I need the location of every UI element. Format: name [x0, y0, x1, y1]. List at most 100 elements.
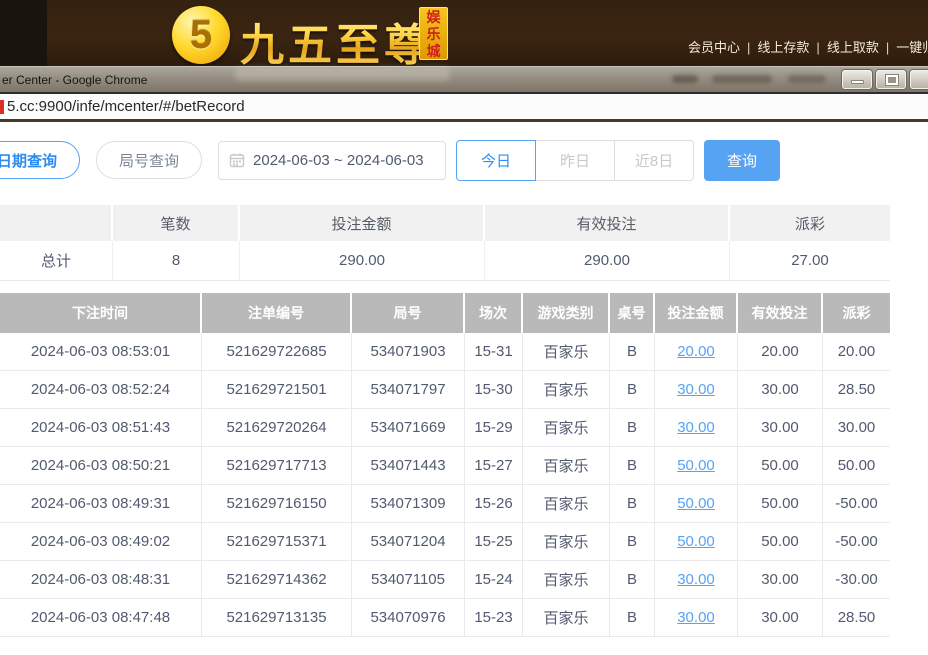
session-cell: 15-23: [465, 599, 523, 636]
bet-table-header-row: 下注时间 注单编号 局号 场次 游戏类别 桌号 投注金额 有效投注 派彩: [0, 293, 890, 333]
order-number-cell: 521629714362: [202, 561, 352, 598]
game-type-cell: 百家乐: [523, 447, 610, 484]
close-button[interactable]: [910, 70, 928, 89]
nav-online-deposit[interactable]: 线上存款: [757, 40, 809, 55]
bet-amount-link[interactable]: 30.00: [677, 381, 715, 398]
table-row: 2024-06-03 08:49:02 521629715371 5340712…: [0, 523, 890, 561]
table-number-cell: B: [610, 371, 655, 408]
today-button[interactable]: 今日: [456, 140, 536, 181]
payout-cell: 20.00: [823, 333, 890, 370]
bet-amount-link[interactable]: 30.00: [677, 609, 715, 626]
game-type-cell: 百家乐: [523, 371, 610, 408]
table-number-cell: B: [610, 523, 655, 560]
date-range-value: 2024-06-03 ~ 2024-06-03: [253, 152, 424, 169]
url-text: 5.cc:9900/infe/mcenter/#/betRecord: [7, 98, 245, 115]
bet-time-cell: 2024-06-03 08:49:02: [0, 523, 202, 560]
app-window: 5 九五至尊 娱乐城 会员中心|线上存款|线上取款|一键归户 er Center…: [0, 0, 928, 655]
bet-amount-link[interactable]: 50.00: [677, 533, 715, 550]
header-bet-time: 下注时间: [0, 293, 202, 333]
bet-amount-link[interactable]: 30.00: [677, 571, 715, 588]
brand-logo-icon: 5: [172, 6, 230, 64]
session-cell: 15-24: [465, 561, 523, 598]
round-number-cell: 534071309: [352, 485, 465, 522]
valid-bet-cell: 30.00: [738, 371, 823, 408]
valid-bet-cell: 50.00: [738, 523, 823, 560]
table-row: 2024-06-03 08:48:31 521629714362 5340711…: [0, 561, 890, 599]
window-titlebar[interactable]: er Center - Google Chrome: [0, 66, 928, 92]
tab-round-query[interactable]: 局号查询: [96, 141, 202, 179]
calendar-icon: [229, 152, 245, 168]
header-valid-bet: 有效投注: [738, 293, 823, 333]
quick-range-group: 今日 昨日 近8日: [456, 140, 694, 181]
table-number-cell: B: [610, 409, 655, 446]
game-type-cell: 百家乐: [523, 599, 610, 636]
round-number-cell: 534070976: [352, 599, 465, 636]
bet-time-cell: 2024-06-03 08:51:43: [0, 409, 202, 446]
nav-separator: |: [879, 40, 896, 55]
maximize-icon: [886, 75, 898, 85]
banner-nav: 会员中心|线上存款|线上取款|一键归户: [688, 37, 928, 56]
table-row: 2024-06-03 08:47:48 521629713135 5340709…: [0, 599, 890, 637]
bet-record-page: 日期查询 局号查询 2024-06-03 ~ 2024-06-03 今日 昨日 …: [0, 122, 928, 655]
payout-cell: 28.50: [823, 371, 890, 408]
table-number-cell: B: [610, 333, 655, 370]
table-number-cell: B: [610, 561, 655, 598]
bet-amount-link[interactable]: 30.00: [677, 419, 715, 436]
nav-one-key-transfer[interactable]: 一键归户: [896, 40, 928, 55]
valid-bet-cell: 30.00: [738, 561, 823, 598]
bet-time-cell: 2024-06-03 08:48:31: [0, 561, 202, 598]
filter-bar: 日期查询 局号查询 2024-06-03 ~ 2024-06-03 今日 昨日 …: [0, 139, 928, 181]
bet-time-cell: 2024-06-03 08:50:21: [0, 447, 202, 484]
payout-cell: -50.00: [823, 523, 890, 560]
address-bar[interactable]: 5.cc:9900/infe/mcenter/#/betRecord: [0, 92, 928, 122]
nav-online-withdraw[interactable]: 线上取款: [827, 40, 879, 55]
bet-amount-link[interactable]: 50.00: [677, 495, 715, 512]
bet-table-body: 2024-06-03 08:53:01 521629722685 5340719…: [0, 333, 890, 637]
banner-dark-edge: [0, 0, 47, 66]
order-number-cell: 521629720264: [202, 409, 352, 446]
order-number-cell: 521629717713: [202, 447, 352, 484]
bet-time-cell: 2024-06-03 08:47:48: [0, 599, 202, 636]
session-cell: 15-27: [465, 447, 523, 484]
bet-time-cell: 2024-06-03 08:53:01: [0, 333, 202, 370]
payout-cell: -30.00: [823, 561, 890, 598]
payout-cell: -50.00: [823, 485, 890, 522]
round-number-cell: 534071105: [352, 561, 465, 598]
table-number-cell: B: [610, 447, 655, 484]
minimize-button[interactable]: [842, 70, 872, 89]
search-button[interactable]: 查询: [704, 140, 780, 181]
session-cell: 15-29: [465, 409, 523, 446]
minimize-icon: [851, 80, 864, 84]
glass-artifact: [712, 75, 772, 83]
nav-member-center[interactable]: 会员中心: [688, 40, 740, 55]
summary-total-count: 8: [113, 241, 240, 280]
date-range-input[interactable]: 2024-06-03 ~ 2024-06-03: [218, 141, 446, 180]
valid-bet-cell: 50.00: [738, 485, 823, 522]
table-row: 2024-06-03 08:51:43 521629720264 5340716…: [0, 409, 890, 447]
glass-artifact: [235, 67, 450, 81]
bet-amount-link[interactable]: 50.00: [677, 457, 715, 474]
last-8-days-button[interactable]: 近8日: [614, 140, 694, 181]
summary-header-count: 笔数: [113, 205, 240, 241]
brand-title: 九五至尊: [240, 9, 432, 73]
favicon-sliver: [0, 100, 4, 114]
order-number-cell: 521629721501: [202, 371, 352, 408]
header-payout: 派彩: [823, 293, 890, 333]
summary-total-label: 总计: [0, 241, 113, 280]
site-banner: 5 九五至尊 娱乐城 会员中心|线上存款|线上取款|一键归户: [0, 0, 928, 66]
bet-amount-link[interactable]: 20.00: [677, 343, 715, 360]
round-number-cell: 534071204: [352, 523, 465, 560]
round-number-cell: 534071443: [352, 447, 465, 484]
brand-logo-numeral: 5: [190, 13, 212, 58]
summary-total-row: 总计 8 290.00 290.00 27.00: [0, 241, 890, 281]
payout-cell: 30.00: [823, 409, 890, 446]
summary-header-bet-amount: 投注金额: [240, 205, 485, 241]
header-game-type: 游戏类别: [523, 293, 610, 333]
yesterday-button[interactable]: 昨日: [535, 140, 615, 181]
tab-date-query[interactable]: 日期查询: [0, 141, 80, 179]
maximize-button[interactable]: [876, 70, 906, 89]
header-order-number: 注单编号: [202, 293, 352, 333]
table-row: 2024-06-03 08:53:01 521629722685 5340719…: [0, 333, 890, 371]
bet-time-cell: 2024-06-03 08:52:24: [0, 371, 202, 408]
round-number-cell: 534071903: [352, 333, 465, 370]
